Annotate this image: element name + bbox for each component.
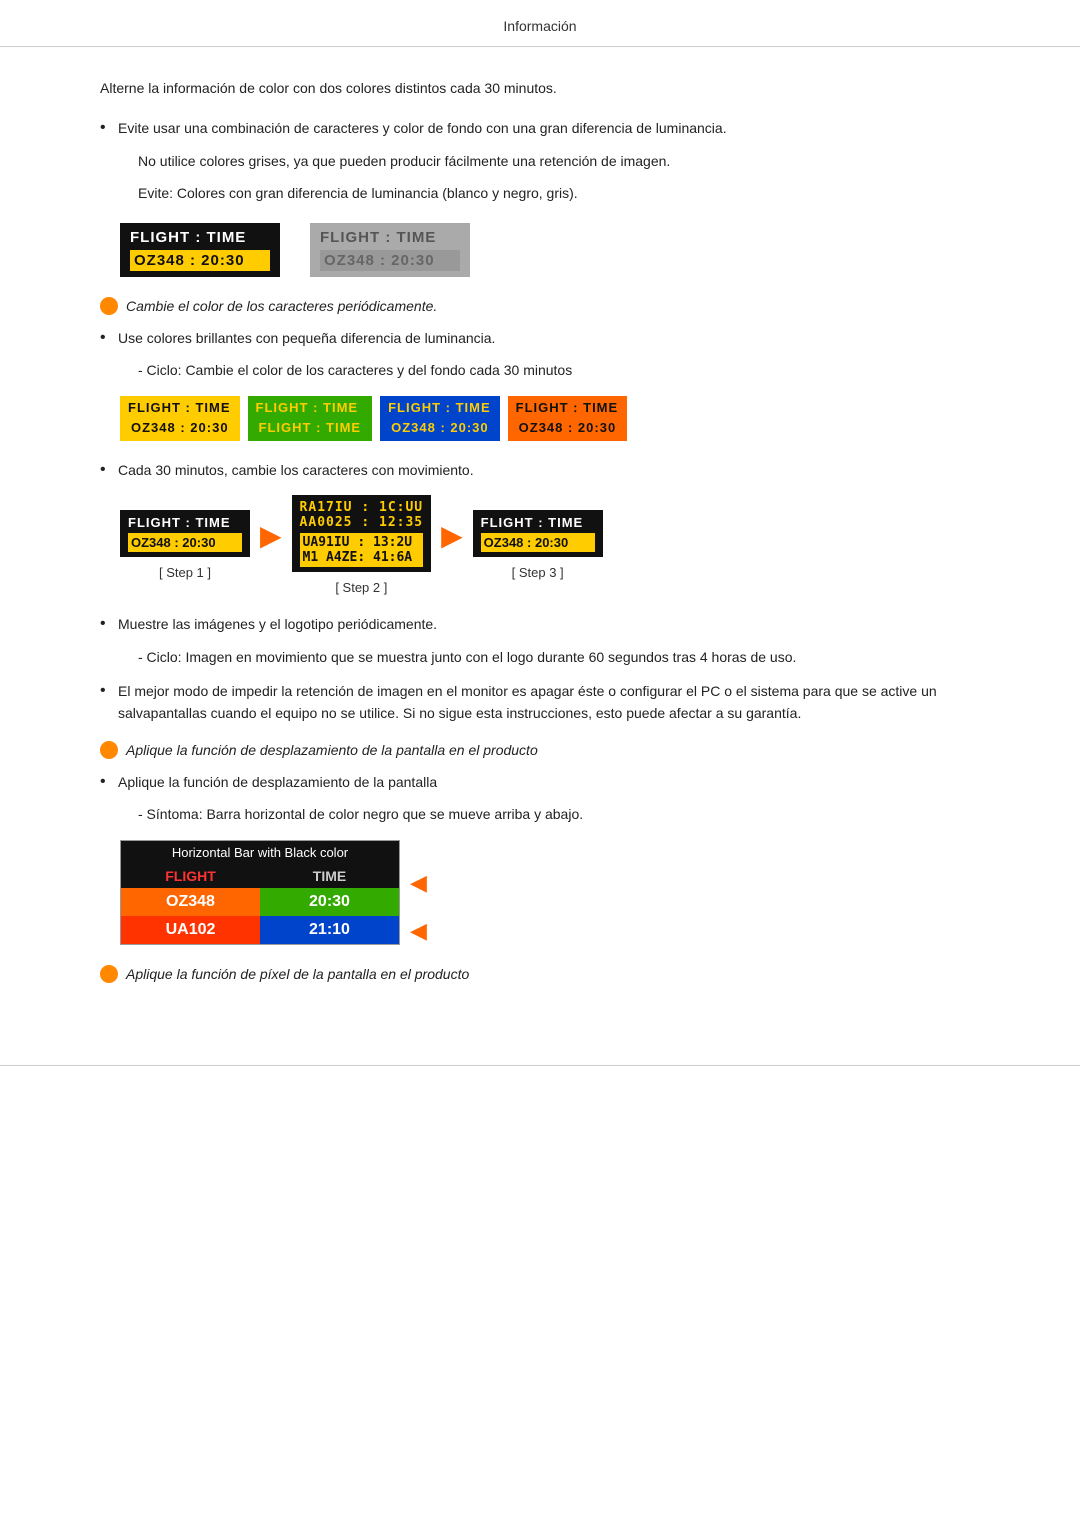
step-2-box: RA17IU : 1C:UUAA0025 : 12:35 UA91IU : 13… bbox=[292, 495, 432, 595]
orange-text-1: Cambie el color de los caracteres periód… bbox=[126, 295, 437, 317]
flight-box-gray-row1: FLIGHT : TIME bbox=[320, 229, 460, 246]
page-header: Información bbox=[0, 0, 1080, 47]
step-2-display: RA17IU : 1C:UUAA0025 : 12:35 UA91IU : 13… bbox=[292, 495, 432, 572]
step-3-label: [ Step 3 ] bbox=[512, 565, 564, 580]
cycle-box-3-row1: FLIGHT : TIME bbox=[388, 400, 492, 415]
sub-text-5: - Síntoma: Barra horizontal de color neg… bbox=[138, 803, 1000, 825]
hbar-data-ua102: UA102 bbox=[121, 916, 260, 944]
hbar-arrows: ◀ ◀ bbox=[410, 870, 427, 944]
sub-text-1: No utilice colores grises, ya que pueden… bbox=[138, 150, 1000, 172]
flight-boxes-comparison: FLIGHT : TIME OZ348 : 20:30 FLIGHT : TIM… bbox=[120, 223, 1000, 277]
bullet-item-2: • Use colores brillantes con pequeña dif… bbox=[100, 327, 1000, 349]
step-2-row1: RA17IU : 1C:UUAA0025 : 12:35 bbox=[300, 500, 424, 530]
arrow-step1-to-step2: ▶ bbox=[260, 519, 282, 572]
hbar-data-oz348: OZ348 bbox=[121, 888, 260, 916]
cycle-box-4-row2: OZ348 : 20:30 bbox=[516, 418, 620, 437]
orange-circle-icon-2 bbox=[100, 741, 118, 759]
step-1-display: FLIGHT : TIME OZ348 : 20:30 bbox=[120, 510, 250, 557]
flight-box-dark-row2: OZ348 : 20:30 bbox=[130, 250, 270, 271]
orange-bullet-2: Aplique la función de desplazamiento de … bbox=[100, 739, 1000, 761]
step-3-row2: OZ348 : 20:30 bbox=[481, 533, 595, 552]
hbar-data-2030: 20:30 bbox=[260, 888, 399, 916]
cycle-box-2-row1: FLIGHT : TIME bbox=[256, 400, 365, 415]
cycle-box-2: FLIGHT : TIME FLIGHT : TIME bbox=[248, 396, 373, 441]
bullet-content-6: Aplique la función de desplazamiento de … bbox=[118, 771, 437, 793]
bullet-content-2: Use colores brillantes con pequeña difer… bbox=[118, 327, 495, 349]
flight-box-dark: FLIGHT : TIME OZ348 : 20:30 bbox=[120, 223, 280, 277]
step-3-row1: FLIGHT : TIME bbox=[481, 515, 595, 530]
bullet-content-4: Muestre las imágenes y el logotipo perió… bbox=[118, 613, 437, 635]
hbar-data-row-2: UA102 21:10 bbox=[121, 916, 399, 944]
bullet-content-1: Evite usar una combinación de caracteres… bbox=[118, 117, 727, 139]
step-1-row1: FLIGHT : TIME bbox=[128, 515, 242, 530]
steps-row: FLIGHT : TIME OZ348 : 20:30 [ Step 1 ] ▶… bbox=[120, 495, 1000, 595]
orange-bullet-1: Cambie el color de los caracteres periód… bbox=[100, 295, 1000, 317]
step-3-box: FLIGHT : TIME OZ348 : 20:30 [ Step 3 ] bbox=[473, 510, 603, 580]
divider-bottom bbox=[0, 1065, 1080, 1066]
step-1-box: FLIGHT : TIME OZ348 : 20:30 [ Step 1 ] bbox=[120, 510, 250, 580]
bullet-item-5: • El mejor modo de impedir la retención … bbox=[100, 680, 1000, 725]
flight-box-gray: FLIGHT : TIME OZ348 : 20:30 bbox=[310, 223, 470, 277]
step-1-row2: OZ348 : 20:30 bbox=[128, 533, 242, 552]
orange-text-2: Aplique la función de desplazamiento de … bbox=[126, 739, 538, 761]
bullet-dot-2: • bbox=[100, 329, 118, 347]
bullet-dot-6: • bbox=[100, 773, 118, 791]
orange-circle-icon-3 bbox=[100, 965, 118, 983]
hbar-arrow-2: ◀ bbox=[410, 918, 427, 944]
sub-text-4: - Ciclo: Imagen en movimiento que se mue… bbox=[138, 646, 1000, 668]
sub-text-3: - Ciclo: Cambie el color de los caracter… bbox=[138, 359, 1000, 381]
hbar-header-flight: FLIGHT bbox=[121, 864, 260, 888]
bullet-item-3: • Cada 30 minutos, cambie los caracteres… bbox=[100, 459, 1000, 481]
cycle-box-3-row2: OZ348 : 20:30 bbox=[388, 418, 492, 437]
orange-circle-icon-1 bbox=[100, 297, 118, 315]
bullet-dot-5: • bbox=[100, 682, 118, 700]
bullet-dot-1: • bbox=[100, 119, 118, 137]
cycle-box-2-row2: FLIGHT : TIME bbox=[256, 418, 365, 437]
hbar-data-row-1: OZ348 20:30 bbox=[121, 888, 399, 916]
hbar-header-row: FLIGHT TIME bbox=[121, 864, 399, 888]
flight-box-gray-row2: OZ348 : 20:30 bbox=[320, 250, 460, 271]
hbar-header-time: TIME bbox=[260, 864, 399, 888]
flight-box-dark-row1: FLIGHT : TIME bbox=[130, 229, 270, 246]
intro-text: Alterne la información de color con dos … bbox=[100, 77, 1000, 99]
cycle-box-4: FLIGHT : TIME OZ348 : 20:30 bbox=[508, 396, 628, 441]
cycle-box-1-row1: FLIGHT : TIME bbox=[128, 400, 232, 415]
sub-text-2: Evite: Colores con gran diferencia de lu… bbox=[138, 182, 1000, 204]
cycle-box-1-row2: OZ348 : 20:30 bbox=[128, 418, 232, 437]
bullet-content-5: El mejor modo de impedir la retención de… bbox=[118, 680, 1000, 725]
hbar-box: Horizontal Bar with Black color FLIGHT T… bbox=[120, 840, 400, 945]
cycle-box-3: FLIGHT : TIME OZ348 : 20:30 bbox=[380, 396, 500, 441]
orange-text-3: Aplique la función de píxel de la pantal… bbox=[126, 963, 469, 985]
cycle-box-1: FLIGHT : TIME OZ348 : 20:30 bbox=[120, 396, 240, 441]
bullet-item-4: • Muestre las imágenes y el logotipo per… bbox=[100, 613, 1000, 635]
hbar-arrow-1: ◀ bbox=[410, 870, 427, 896]
bullet-dot-3: • bbox=[100, 461, 118, 479]
bullet-content-3: Cada 30 minutos, cambie los caracteres c… bbox=[118, 459, 474, 481]
bullet-item-6: • Aplique la función de desplazamiento d… bbox=[100, 771, 1000, 793]
step-2-label: [ Step 2 ] bbox=[335, 580, 387, 595]
step-2-row2: UA91IU : 13:2UM1 A4ZE: 41:6A bbox=[300, 533, 424, 567]
hbar-container: Horizontal Bar with Black color FLIGHT T… bbox=[120, 840, 1000, 945]
main-content: Alterne la información de color con dos … bbox=[0, 47, 1080, 1035]
header-title: Información bbox=[503, 18, 576, 34]
cycle-box-4-row1: FLIGHT : TIME bbox=[516, 400, 620, 415]
hbar-data-2110: 21:10 bbox=[260, 916, 399, 944]
hbar-title: Horizontal Bar with Black color bbox=[121, 841, 399, 864]
step-1-label: [ Step 1 ] bbox=[159, 565, 211, 580]
bullet-dot-4: • bbox=[100, 615, 118, 633]
cycle-boxes-row: FLIGHT : TIME OZ348 : 20:30 FLIGHT : TIM… bbox=[120, 396, 1000, 441]
arrow-step2-to-step3: ▶ bbox=[441, 519, 463, 572]
step-3-display: FLIGHT : TIME OZ348 : 20:30 bbox=[473, 510, 603, 557]
orange-bullet-3: Aplique la función de píxel de la pantal… bbox=[100, 963, 1000, 985]
bullet-item-1: • Evite usar una combinación de caracter… bbox=[100, 117, 1000, 139]
